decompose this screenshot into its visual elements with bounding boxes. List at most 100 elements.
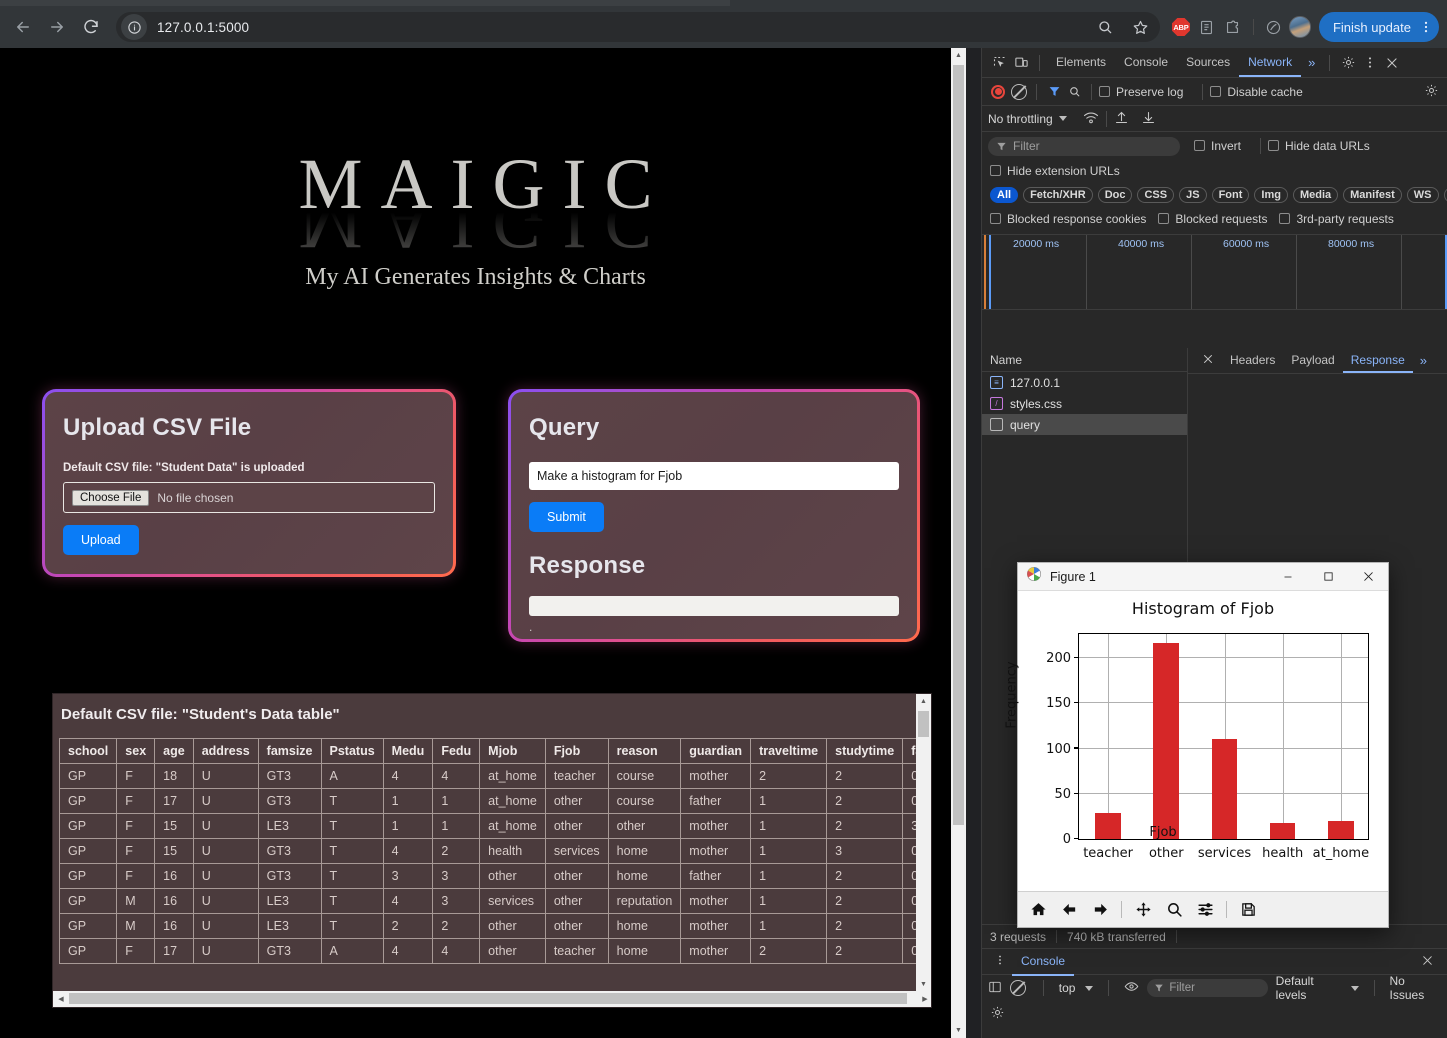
- figure-canvas[interactable]: Histogram of Fjob Frequency 0 50 100 150 200…: [1005, 591, 1388, 891]
- search-icon[interactable]: [1092, 14, 1118, 40]
- forward-arrow-icon[interactable]: [1090, 900, 1110, 920]
- detail-tab-payload[interactable]: Payload: [1283, 348, 1342, 373]
- page-scroll-up-arrow[interactable]: ▲: [951, 48, 966, 63]
- invert-checkbox[interactable]: Invert: [1194, 139, 1241, 153]
- resource-type-ws[interactable]: WS: [1406, 187, 1439, 203]
- table-vscroll-thumb[interactable]: [918, 711, 929, 737]
- resource-type-js[interactable]: JS: [1179, 187, 1207, 203]
- reading-list-icon[interactable]: [1194, 14, 1220, 40]
- search-requests-icon[interactable]: [1064, 82, 1084, 102]
- table-scroll-down-arrow[interactable]: ▼: [916, 977, 931, 992]
- tab-console[interactable]: Console: [1115, 48, 1177, 77]
- settings-gear-icon[interactable]: [1337, 52, 1359, 74]
- table-hscroll-thumb[interactable]: [69, 993, 907, 1004]
- close-console-icon[interactable]: [1421, 954, 1442, 970]
- reload-icon[interactable]: [76, 12, 106, 42]
- page-scroll-down-arrow[interactable]: ▼: [951, 1023, 966, 1038]
- console-context-selector[interactable]: top: [1059, 981, 1076, 995]
- zoom-icon[interactable]: [1164, 900, 1184, 920]
- console-levels-chevron-icon[interactable]: [1350, 985, 1359, 991]
- abp-extension-icon[interactable]: ABP: [1168, 14, 1194, 40]
- maximize-icon[interactable]: [1308, 563, 1348, 591]
- disable-cache-checkbox[interactable]: Disable cache: [1210, 85, 1303, 99]
- choose-file-button[interactable]: Choose File: [72, 489, 150, 506]
- finish-update-button[interactable]: Finish update: [1318, 12, 1439, 42]
- hide-data-urls-checkbox[interactable]: Hide data URLs: [1268, 139, 1370, 153]
- console-context-chevron-icon[interactable]: [1085, 985, 1094, 991]
- close-detail-icon[interactable]: [1194, 353, 1222, 368]
- query-input[interactable]: [529, 462, 899, 490]
- configure-subplots-icon[interactable]: [1195, 900, 1215, 920]
- resource-type-doc[interactable]: Doc: [1097, 187, 1133, 203]
- avatar[interactable]: [1287, 14, 1313, 40]
- console-filter-input[interactable]: Filter: [1147, 979, 1268, 997]
- table-scroll-up-arrow[interactable]: ▲: [916, 694, 931, 709]
- table-scroll-right-arrow[interactable]: ▶: [917, 991, 931, 1007]
- table-horizontal-scrollbar[interactable]: ◀ ▶: [53, 991, 931, 1007]
- bookmark-star-icon[interactable]: [1128, 14, 1154, 40]
- extensions-puzzle-icon[interactable]: [1220, 14, 1246, 40]
- console-levels-selector[interactable]: Default levels: [1276, 974, 1347, 1002]
- request-item[interactable]: ≡ 127.0.0.1: [982, 372, 1187, 393]
- resource-type-media[interactable]: Media: [1292, 187, 1339, 203]
- chevron-down-icon[interactable]: [1058, 116, 1067, 121]
- drawer-kebab-icon[interactable]: [988, 953, 1012, 970]
- third-party-requests-checkbox[interactable]: 3rd-party requests: [1279, 212, 1394, 226]
- throttling-value[interactable]: No throttling: [988, 112, 1053, 126]
- preserve-log-checkbox[interactable]: Preserve log: [1099, 85, 1183, 99]
- blocked-requests-checkbox[interactable]: Blocked requests: [1158, 212, 1267, 226]
- file-input[interactable]: Choose File No file chosen: [63, 482, 435, 513]
- request-item[interactable]: / styles.css: [982, 393, 1187, 414]
- resource-type-fetch-xhr[interactable]: Fetch/XHR: [1023, 187, 1093, 203]
- detail-tab-response[interactable]: Response: [1343, 348, 1413, 373]
- resource-type-all[interactable]: All: [990, 187, 1019, 203]
- pan-icon[interactable]: [1133, 900, 1153, 920]
- page-scrollbar[interactable]: ▲ ▼: [951, 48, 966, 1038]
- tab-sources[interactable]: Sources: [1177, 48, 1239, 77]
- resource-type-font[interactable]: Font: [1211, 187, 1250, 203]
- more-tabs-icon[interactable]: »: [1301, 55, 1322, 70]
- submit-button[interactable]: Submit: [529, 502, 604, 532]
- resource-type-css[interactable]: CSS: [1137, 187, 1175, 203]
- close-icon[interactable]: [1348, 563, 1388, 591]
- site-info-icon[interactable]: [121, 14, 147, 40]
- page-scroll-thumb[interactable]: [953, 65, 964, 825]
- home-icon[interactable]: [1028, 900, 1048, 920]
- back-icon[interactable]: [8, 12, 38, 42]
- tab-elements[interactable]: Elements: [1047, 48, 1115, 77]
- network-timeline-overview[interactable]: 20000 ms 40000 ms 60000 ms 80000 ms: [982, 234, 1447, 310]
- no-issues-label[interactable]: No Issues: [1390, 974, 1442, 1002]
- filter-funnel-icon[interactable]: [1044, 82, 1064, 102]
- hide-extension-urls-checkbox[interactable]: Hide extension URLs: [990, 164, 1120, 178]
- network-settings-gear-icon[interactable]: [1424, 83, 1439, 101]
- inspect-icon[interactable]: [988, 52, 1010, 74]
- address-bar[interactable]: 127.0.0.1:5000: [116, 12, 1160, 42]
- forward-icon[interactable]: [42, 12, 72, 42]
- figure-title-bar[interactable]: Figure 1: [1018, 563, 1388, 591]
- tab-network[interactable]: Network: [1239, 48, 1301, 77]
- upload-button[interactable]: Upload: [63, 525, 139, 555]
- blocked-response-cookies-checkbox[interactable]: Blocked response cookies: [990, 212, 1146, 226]
- live-expression-eye-icon[interactable]: [1124, 979, 1139, 997]
- back-arrow-icon[interactable]: [1059, 900, 1079, 920]
- request-item[interactable]: query: [982, 414, 1187, 435]
- table-scroll-left-arrow[interactable]: ◀: [53, 991, 69, 1007]
- table-vertical-scrollbar[interactable]: ▲ ▼: [916, 694, 931, 992]
- console-settings-gear-icon[interactable]: [982, 1001, 1447, 1023]
- wifi-settings-icon[interactable]: [1083, 111, 1099, 127]
- resource-type-wasm[interactable]: Wasm: [1443, 187, 1447, 203]
- matplotlib-figure-window[interactable]: Figure 1 Histogram of Fjob Frequency 0 50…: [1005, 562, 1389, 928]
- save-icon[interactable]: [1238, 900, 1258, 920]
- kebab-menu-icon[interactable]: [1359, 52, 1381, 74]
- clear-console-icon[interactable]: [1010, 980, 1026, 996]
- close-devtools-icon[interactable]: [1381, 52, 1403, 74]
- detail-tab-headers[interactable]: Headers: [1222, 348, 1283, 373]
- leaf-icon[interactable]: [1261, 14, 1287, 40]
- device-toolbar-icon[interactable]: [1010, 52, 1032, 74]
- drawer-tab-console[interactable]: Console: [1012, 947, 1074, 976]
- import-har-icon[interactable]: [1114, 110, 1129, 128]
- clear-requests-icon[interactable]: [1011, 83, 1027, 100]
- record-button[interactable]: [991, 84, 1005, 99]
- resource-type-manifest[interactable]: Manifest: [1343, 187, 1402, 203]
- detail-more-tabs-icon[interactable]: »: [1413, 353, 1434, 368]
